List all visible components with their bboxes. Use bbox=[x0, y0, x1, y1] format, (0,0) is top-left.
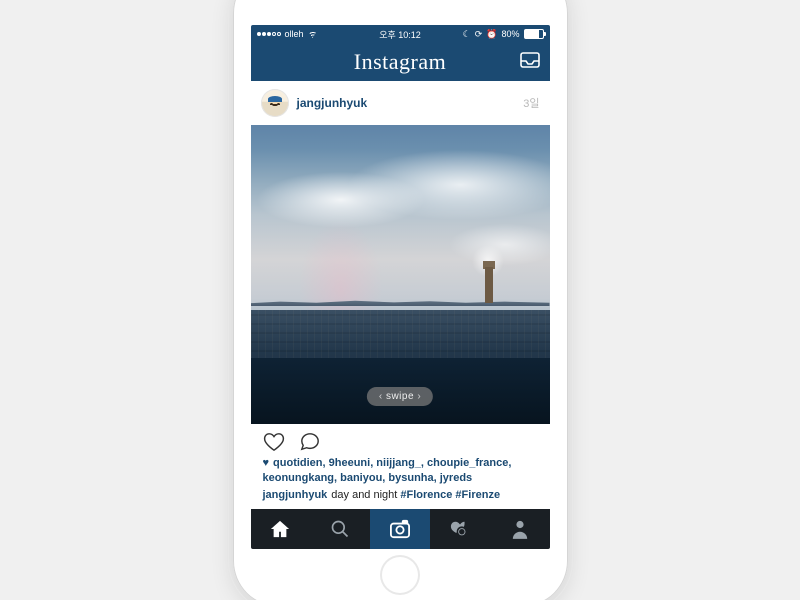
post-username[interactable]: jangjunhyuk bbox=[297, 96, 368, 110]
home-icon bbox=[269, 519, 291, 539]
phone-frame: olleh 오후 10:12 ☾ ⟳ ⏰ 80% Instagram bbox=[233, 0, 568, 600]
post-header: jangjunhyuk 3일 bbox=[251, 81, 550, 125]
caption-username[interactable]: jangjunhyuk bbox=[263, 489, 328, 501]
search-icon bbox=[330, 519, 350, 539]
tab-activity[interactable] bbox=[430, 509, 490, 549]
likers-line[interactable]: ♥quotidien, 9heeuni, niijjang_, choupie_… bbox=[251, 456, 550, 487]
stage: olleh 오후 10:12 ☾ ⟳ ⏰ 80% Instagram bbox=[0, 0, 800, 600]
post-timestamp: 3일 bbox=[523, 95, 539, 111]
post-actions bbox=[251, 424, 550, 456]
hashtag[interactable]: #Firenze bbox=[452, 489, 500, 501]
app-logo: Instagram bbox=[354, 49, 446, 75]
tab-bar bbox=[251, 509, 550, 549]
comment-icon bbox=[299, 432, 321, 452]
battery-pct-label: 80% bbox=[501, 29, 519, 39]
feed[interactable]: jangjunhyuk 3일 swipe bbox=[251, 81, 550, 509]
post-caption: jangjunhyukday and night #Florence #Fire… bbox=[251, 487, 550, 501]
heart-icon bbox=[263, 432, 285, 452]
battery-icon bbox=[524, 29, 544, 39]
photo-tower bbox=[482, 257, 496, 303]
phone-home-button[interactable] bbox=[380, 555, 420, 595]
profile-icon bbox=[511, 519, 529, 539]
tab-search[interactable] bbox=[310, 509, 370, 549]
hashtag[interactable]: #Florence bbox=[400, 489, 452, 501]
alarm-icon: ⏰ bbox=[486, 29, 497, 40]
avatar[interactable] bbox=[261, 89, 289, 117]
post-photo[interactable]: swipe bbox=[251, 125, 550, 424]
likers-text[interactable]: quotidien, 9heeuni, niijjang_, choupie_f… bbox=[263, 457, 512, 484]
inbox-button[interactable] bbox=[520, 52, 540, 68]
wifi-icon bbox=[308, 30, 318, 38]
lock-rotation-icon: ⟳ bbox=[475, 29, 483, 40]
tab-camera[interactable] bbox=[370, 509, 430, 549]
tab-profile[interactable] bbox=[490, 509, 550, 549]
heart-filled-icon: ♥ bbox=[263, 456, 270, 471]
caption-text: day and night bbox=[331, 489, 397, 501]
nav-bar: Instagram bbox=[251, 43, 550, 82]
swipe-hint[interactable]: swipe bbox=[367, 387, 433, 406]
inbox-icon bbox=[520, 52, 540, 68]
signal-dots-icon bbox=[257, 32, 281, 36]
moon-icon: ☾ bbox=[463, 29, 471, 40]
activity-icon bbox=[449, 519, 471, 539]
tab-home[interactable] bbox=[251, 509, 311, 549]
camera-icon bbox=[389, 519, 411, 539]
comment-button[interactable] bbox=[299, 432, 321, 452]
like-button[interactable] bbox=[263, 432, 285, 452]
phone-screen: olleh 오후 10:12 ☾ ⟳ ⏰ 80% Instagram bbox=[251, 25, 550, 549]
carrier-label: olleh bbox=[285, 29, 304, 39]
status-bar: olleh 오후 10:12 ☾ ⟳ ⏰ 80% bbox=[251, 25, 550, 43]
